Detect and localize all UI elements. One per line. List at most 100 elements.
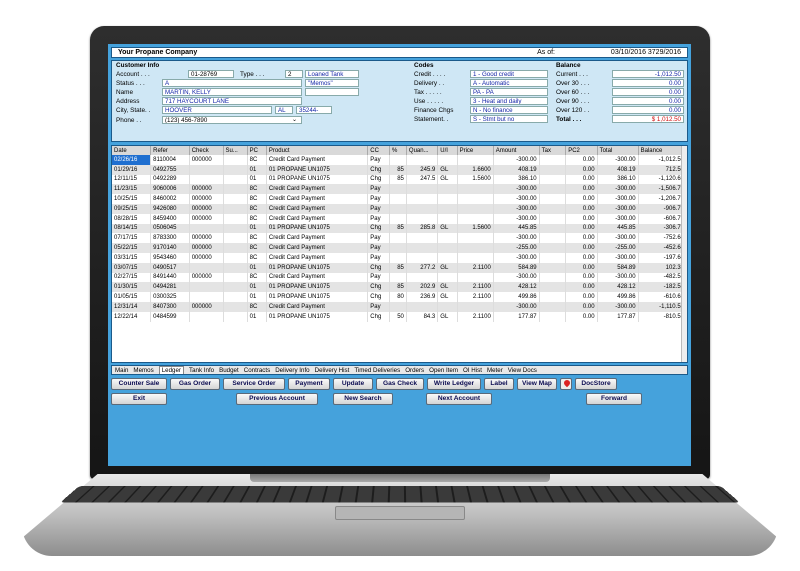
ledger-row[interactable]: 08/28/15 8459400 000000 8C Credit Card Payme… <box>112 213 687 224</box>
tab-contracts[interactable]: Contracts <box>244 367 270 374</box>
column-header[interactable]: Total <box>597 146 639 155</box>
ledger-cell: 01 PROPANE UN1075 <box>266 282 369 293</box>
ledger-row[interactable]: 12/31/14 8407300 000000 8C Credit Card Payme… <box>112 301 687 312</box>
phone-dropdown-icon[interactable]: ⌄ <box>292 116 297 123</box>
account-field[interactable]: 01-28769 <box>188 70 234 78</box>
ledger-cell: Credit Card Payment <box>266 213 369 224</box>
ledger-row[interactable]: 12/11/15 0492289 01 01 PROPANE UN1075 Chg 85 2… <box>112 174 687 185</box>
tab-tank-info[interactable]: Tank Info <box>189 367 214 374</box>
ledger-cell: 386.10 <box>597 174 639 185</box>
state-field[interactable]: AL <box>275 106 293 114</box>
ledger-cell <box>189 262 224 273</box>
tab-orders[interactable]: Orders <box>405 367 424 374</box>
tab-memos[interactable]: Memos <box>133 367 153 374</box>
memos-field[interactable]: "Memos" <box>305 79 359 87</box>
tab-open-item[interactable]: Open Item <box>429 367 458 374</box>
column-header[interactable]: Su... <box>223 146 248 155</box>
column-header[interactable]: Product <box>266 146 369 155</box>
view-map-button[interactable]: View Map <box>517 378 557 390</box>
column-header[interactable]: Amount <box>493 146 540 155</box>
tab-budget[interactable]: Budget <box>219 367 239 374</box>
tab-delivery-hist[interactable]: Delivery Hist <box>315 367 350 374</box>
ledger-cell <box>539 262 567 273</box>
ledger-row[interactable]: 05/22/15 9170140 000000 8C Credit Card Payme… <box>112 243 687 253</box>
ledger-row[interactable]: 08/14/15 0506045 01 01 PROPANE UN1075 Chg 85 2… <box>112 223 687 234</box>
name-field[interactable]: MARTIN, KELLY <box>162 88 302 96</box>
column-header[interactable]: Tax <box>539 146 567 155</box>
column-header[interactable]: U/I <box>437 146 458 155</box>
label-button[interactable]: Label <box>484 378 514 390</box>
column-header[interactable]: Refer <box>150 146 190 155</box>
gas-order-button[interactable]: Gas Order <box>170 378 220 390</box>
payment-button[interactable]: Payment <box>288 378 330 390</box>
zip-field[interactable]: 35244- <box>296 106 332 114</box>
ledger-row[interactable]: 12/22/14 0484599 01 01 PROPANE UN1075 Chg 50 8… <box>112 311 687 322</box>
ledger-cell: Pay <box>367 272 391 283</box>
ledger-cell <box>223 311 248 322</box>
ledger-cell: Credit Card Payment <box>266 272 369 283</box>
ledger-cell: 0484599 <box>150 311 190 322</box>
ledger-grid[interactable]: Date Refer Check Su... PC Product CC% Quan... U/… <box>111 145 688 363</box>
column-header[interactable]: Price <box>457 146 494 155</box>
exit-button[interactable]: Exit <box>111 393 167 405</box>
update-button[interactable]: Update <box>333 378 373 390</box>
tab-timed-deliveries[interactable]: Timed Deliveries <box>354 367 400 374</box>
column-header[interactable]: Date <box>112 146 152 155</box>
new-search-button[interactable]: New Search <box>333 393 393 405</box>
ledger-row[interactable]: 01/05/15 0300325 01 01 PROPANE UN1075 Chg 80 2… <box>112 292 687 302</box>
balance-label: Total . . . <box>556 116 582 123</box>
ledger-row[interactable]: 01/30/15 0494281 01 01 PROPANE UN1075 Chg 85 2… <box>112 282 687 293</box>
next-account-button[interactable]: Next Account <box>426 393 492 405</box>
column-header[interactable]: % <box>389 146 407 155</box>
tab-main[interactable]: Main <box>115 367 128 374</box>
counter-sale-button[interactable]: Counter Sale <box>111 378 167 390</box>
ledger-row[interactable]: 03/31/15 9543460 000000 8C Credit Card Payme… <box>112 252 687 263</box>
column-header[interactable]: Quan... <box>406 146 439 155</box>
ledger-scrollbar[interactable] <box>681 146 687 362</box>
city-field[interactable]: HOOVER <box>162 106 272 114</box>
name-extra-field[interactable] <box>305 88 359 96</box>
service-order-button[interactable]: Service Order <box>223 378 285 390</box>
code-delivery-field[interactable]: A - Automatic <box>470 79 548 87</box>
map-pin-icon[interactable] <box>560 378 572 390</box>
code-tax-field[interactable]: PA - PA_ <box>470 88 548 96</box>
code-use-field[interactable]: 3 - Heat and daily <box>470 97 548 105</box>
ledger-row[interactable]: 07/17/15 8783300 000000 8C Credit Card Payme… <box>112 233 687 244</box>
write-ledger-button[interactable]: Write Ledger <box>427 378 481 390</box>
address-field[interactable]: 717 HAYCOURT LANE <box>162 97 302 105</box>
status-field[interactable]: A <box>162 79 302 87</box>
ledger-cell: 0.00 <box>565 262 598 273</box>
ledger-row[interactable]: 02/26/16 8110004 000000 8C Credit Card Payme… <box>112 155 687 165</box>
tab-oi-hist[interactable]: OI Hist <box>463 367 482 374</box>
column-header[interactable]: CC <box>367 146 391 155</box>
ledger-row[interactable]: 11/23/15 9060006 000000 8C Credit Card Payme… <box>112 184 687 195</box>
column-header[interactable]: Balance <box>638 146 687 155</box>
ledger-cell <box>539 213 567 224</box>
balance-over30: 0.00 <box>612 79 684 87</box>
column-header[interactable]: Check <box>189 146 224 155</box>
column-header[interactable]: PC2 <box>565 146 598 155</box>
tab-view-docs[interactable]: View Docs <box>508 367 537 374</box>
balance-label: Over 30 . . . <box>556 80 590 87</box>
ledger-row[interactable]: 02/27/15 8491440 000000 8C Credit Card Payme… <box>112 272 687 283</box>
ledger-row[interactable]: 01/29/16 0492755 01 01 PROPANE UN1075 Chg 85 2… <box>112 164 687 175</box>
ledger-row[interactable]: 09/25/15 9426080 000000 8C Credit Card Payme… <box>112 203 687 214</box>
ledger-cell <box>223 301 248 312</box>
code-finance-field[interactable]: N - No finance <box>470 106 548 114</box>
forward-button[interactable]: Forward <box>586 393 642 405</box>
tab-ledger[interactable]: Ledger <box>158 366 184 374</box>
code-credit-field[interactable]: 1 - Good credit <box>470 70 548 78</box>
tab-delivery-info[interactable]: Delivery Info <box>275 367 309 374</box>
column-header[interactable]: PC <box>247 146 267 155</box>
ledger-row[interactable]: 03/07/15 0490517 01 01 PROPANE UN1075 Chg 85 2… <box>112 262 687 273</box>
code-statement-field[interactable]: S - Stmt but no <box>470 115 548 123</box>
ledger-cell <box>223 243 248 253</box>
type-field[interactable]: 2 <box>285 70 303 78</box>
tab-meter[interactable]: Meter <box>487 367 503 374</box>
previous-account-button[interactable]: Previous Account <box>236 393 318 405</box>
ledger-row[interactable]: 10/25/15 8460002 000000 8C Credit Card Payme… <box>112 194 687 204</box>
tab-strip: Main Memos Ledger Tank Info Budget Contracts D… <box>111 365 688 375</box>
gas-check-button[interactable]: Gas Check <box>376 378 424 390</box>
phone-field[interactable]: (123) 456-7890 <box>162 116 302 124</box>
docstore-button[interactable]: DocStore <box>575 378 617 390</box>
